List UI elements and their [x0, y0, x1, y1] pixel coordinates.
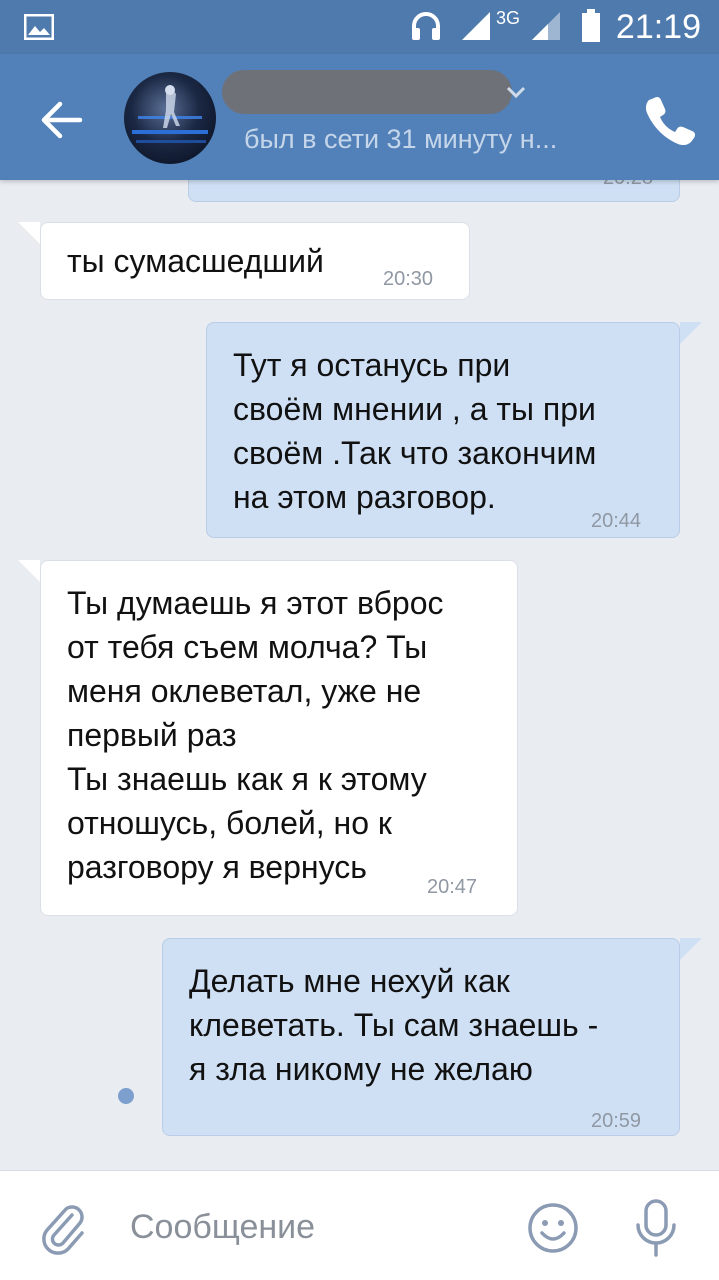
message-bubble-incoming[interactable]: Ты думаешь я этот вброс от тебя съем мол… [40, 560, 518, 916]
message-time: 20:30 [383, 268, 434, 290]
back-arrow-icon[interactable] [30, 92, 90, 148]
bubble-tail [18, 222, 40, 244]
signal-strength-secondary-icon [532, 12, 560, 40]
bubble-tail [18, 560, 40, 582]
chat-screen: 3G 21:19 был в сети 31 минуту н... ты су… [0, 0, 719, 1280]
unread-indicator [118, 1088, 134, 1104]
message-time: 20:28 [603, 180, 653, 190]
avatar-image-icon [132, 85, 208, 143]
signal-strength-icon [462, 12, 490, 40]
paperclip-icon[interactable] [38, 1201, 88, 1255]
network-type-label: 3G [496, 8, 521, 28]
message-time: 20:59 [591, 1110, 642, 1132]
message-bubble-outgoing[interactable]: Тут я останусь при своём мнении , а ты п… [206, 322, 680, 538]
message-text: Делать мне нехуй как клеветать. Ты сам з… [189, 963, 599, 1087]
previous-message-fragment: 20:28 [188, 180, 680, 202]
contact-last-seen: был в сети 31 минуту н... [244, 124, 558, 154]
message-time: 20:44 [591, 510, 642, 532]
message-text: Ты думаешь я этот вброс от тебя съем мол… [67, 585, 444, 885]
message-time: 20:47 [427, 876, 478, 898]
message-bubble-outgoing[interactable]: Делать мне нехуй как клеветать. Ты сам з… [162, 938, 680, 1136]
smiley-icon[interactable] [526, 1201, 580, 1255]
gallery-notification-icon [24, 14, 54, 40]
message-bubble-incoming[interactable]: ты сумасшедший 20:30 [40, 222, 470, 300]
message-text: Тут я останусь при своём мнении , а ты п… [233, 347, 597, 515]
status-clock: 21:19 [615, 8, 701, 46]
headphones-icon [412, 12, 440, 40]
message-list[interactable]: 20:28 ты сумасшедший 20:30 Тут я останус… [0, 180, 719, 1170]
battery-icon [582, 9, 600, 42]
chevron-down-icon[interactable] [505, 84, 527, 100]
microphone-icon[interactable] [630, 1197, 682, 1259]
bubble-tail [680, 322, 702, 344]
contact-name-redacted[interactable] [222, 70, 512, 114]
chat-header: был в сети 31 минуту н... [0, 54, 719, 180]
bubble-tail [680, 938, 702, 960]
status-bar: 3G 21:19 [0, 0, 719, 54]
message-composer [0, 1170, 719, 1280]
avatar[interactable] [124, 72, 216, 164]
message-input[interactable] [130, 1199, 500, 1255]
message-text: ты сумасшедший [67, 243, 324, 279]
phone-call-icon[interactable] [640, 90, 696, 146]
